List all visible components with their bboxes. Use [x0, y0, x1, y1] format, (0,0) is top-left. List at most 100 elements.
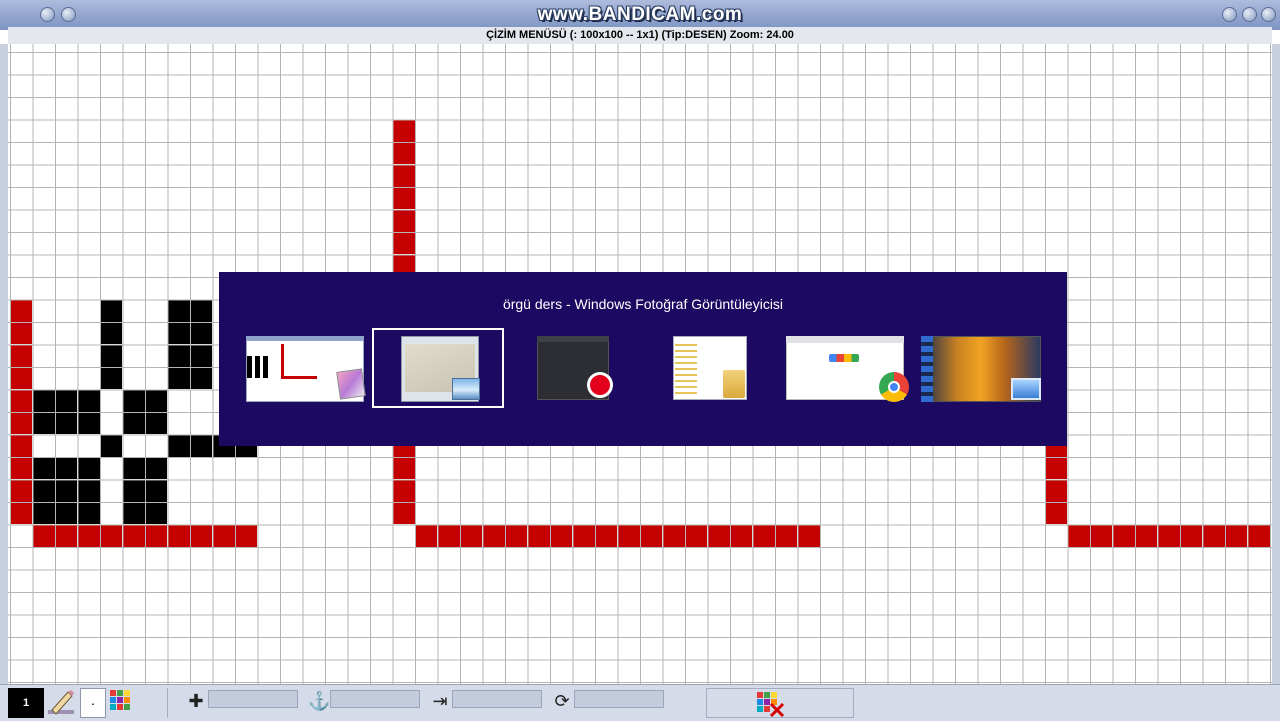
red-cell: [32, 524, 55, 547]
red-cell: [10, 412, 32, 434]
red-cell: [10, 322, 32, 344]
red-cell: [662, 524, 685, 547]
switcher-thumb-pattern-editor[interactable]: [245, 328, 377, 408]
red-cell: [1067, 524, 1090, 547]
black-cell: [190, 367, 212, 389]
red-cell: [1202, 524, 1225, 547]
window-control-icon[interactable]: [40, 7, 55, 22]
move-field[interactable]: [452, 690, 542, 708]
black-cell: [190, 322, 212, 344]
black-cell: [145, 412, 167, 434]
plus-field[interactable]: [208, 690, 298, 708]
switcher-thumb-desktop[interactable]: [915, 328, 1047, 408]
red-cell: [145, 524, 167, 547]
maximize-icon[interactable]: [1242, 7, 1257, 22]
red-cell: [1247, 524, 1270, 547]
red-cell: [10, 299, 32, 322]
red-cell: [212, 524, 235, 547]
red-cell: [640, 524, 662, 547]
red-cell: [1090, 524, 1112, 547]
red-cell: [392, 502, 415, 524]
black-cell: [145, 479, 167, 502]
black-cell: [167, 344, 190, 367]
color-grid-icon[interactable]: [108, 688, 136, 718]
red-cell: [1045, 479, 1067, 502]
black-cell: [32, 412, 55, 434]
black-cell: [122, 457, 145, 479]
layer-number-box[interactable]: 1: [8, 688, 44, 718]
black-cell: [145, 389, 167, 412]
plus-icon[interactable]: ✚: [186, 691, 206, 711]
red-cell: [392, 164, 415, 187]
move-icon[interactable]: ⇥: [430, 691, 450, 711]
red-cell: [10, 434, 32, 457]
red-cell: [1157, 524, 1180, 547]
black-cell: [167, 299, 190, 322]
red-cell: [572, 524, 595, 547]
window-control-icon[interactable]: [61, 7, 76, 22]
black-cell: [77, 457, 100, 479]
red-cell: [55, 524, 77, 547]
black-cell: [77, 502, 100, 524]
canvas-right-frame: [1272, 44, 1280, 684]
black-cell: [100, 434, 122, 457]
anchor-field[interactable]: [330, 690, 420, 708]
red-cell: [10, 389, 32, 412]
red-cell: [392, 232, 415, 254]
black-cell: [32, 502, 55, 524]
rotate-field[interactable]: [574, 690, 664, 708]
clear-grid-button[interactable]: [706, 688, 854, 718]
black-cell: [122, 502, 145, 524]
black-cell: [32, 389, 55, 412]
toolbar-separator: [140, 688, 168, 718]
red-cell: [167, 524, 190, 547]
black-cell: [145, 457, 167, 479]
folder-icon: [723, 370, 745, 398]
canvas-left-frame: [0, 44, 8, 684]
black-cell: [100, 299, 122, 322]
red-cell: [1045, 502, 1067, 524]
minimize-icon[interactable]: [1222, 7, 1237, 22]
switcher-thumb-chrome[interactable]: [781, 328, 913, 408]
red-cell: [10, 344, 32, 367]
black-cell: [77, 412, 100, 434]
red-cell: [482, 524, 505, 547]
anchor-icon[interactable]: ⚓: [308, 691, 330, 711]
switcher-thumb-bandicam[interactable]: [531, 328, 663, 408]
red-cell: [550, 524, 572, 547]
switcher-thumb-file-explorer[interactable]: [665, 328, 797, 408]
black-cell: [167, 367, 190, 389]
red-cell: [617, 524, 640, 547]
pencil-icon[interactable]: [46, 688, 78, 718]
black-cell: [122, 412, 145, 434]
desktop-icon: [1011, 378, 1041, 400]
red-cell: [392, 187, 415, 209]
photo-viewer-icon: [452, 378, 480, 400]
red-cell: [77, 524, 100, 547]
black-cell: [55, 389, 77, 412]
black-cell: [190, 434, 212, 457]
drawing-menu-status: ÇİZİM MENÜSÜ (: 100x100 -- 1x1) (Tip:DES…: [8, 27, 1272, 45]
black-cell: [100, 322, 122, 344]
red-cell: [392, 457, 415, 479]
red-cell: [10, 367, 32, 389]
dot-tool[interactable]: ·: [80, 688, 106, 718]
black-cell: [167, 322, 190, 344]
switcher-thumb-photo-viewer[interactable]: [372, 328, 504, 408]
red-cell: [797, 524, 820, 547]
red-cell: [460, 524, 482, 547]
black-cell: [190, 299, 212, 322]
black-cell: [55, 502, 77, 524]
red-cell: [190, 524, 212, 547]
close-icon[interactable]: [1261, 7, 1276, 22]
black-cell: [77, 389, 100, 412]
red-cell: [1112, 524, 1135, 547]
black-cell: [55, 479, 77, 502]
red-cell: [775, 524, 797, 547]
record-icon: [587, 372, 613, 398]
red-cell: [1135, 524, 1157, 547]
black-cell: [55, 457, 77, 479]
rotate-icon[interactable]: ⟳: [552, 691, 572, 711]
task-switcher: örgü ders - Windows Fotoğraf Görüntüleyi…: [219, 272, 1067, 446]
red-cell: [527, 524, 550, 547]
